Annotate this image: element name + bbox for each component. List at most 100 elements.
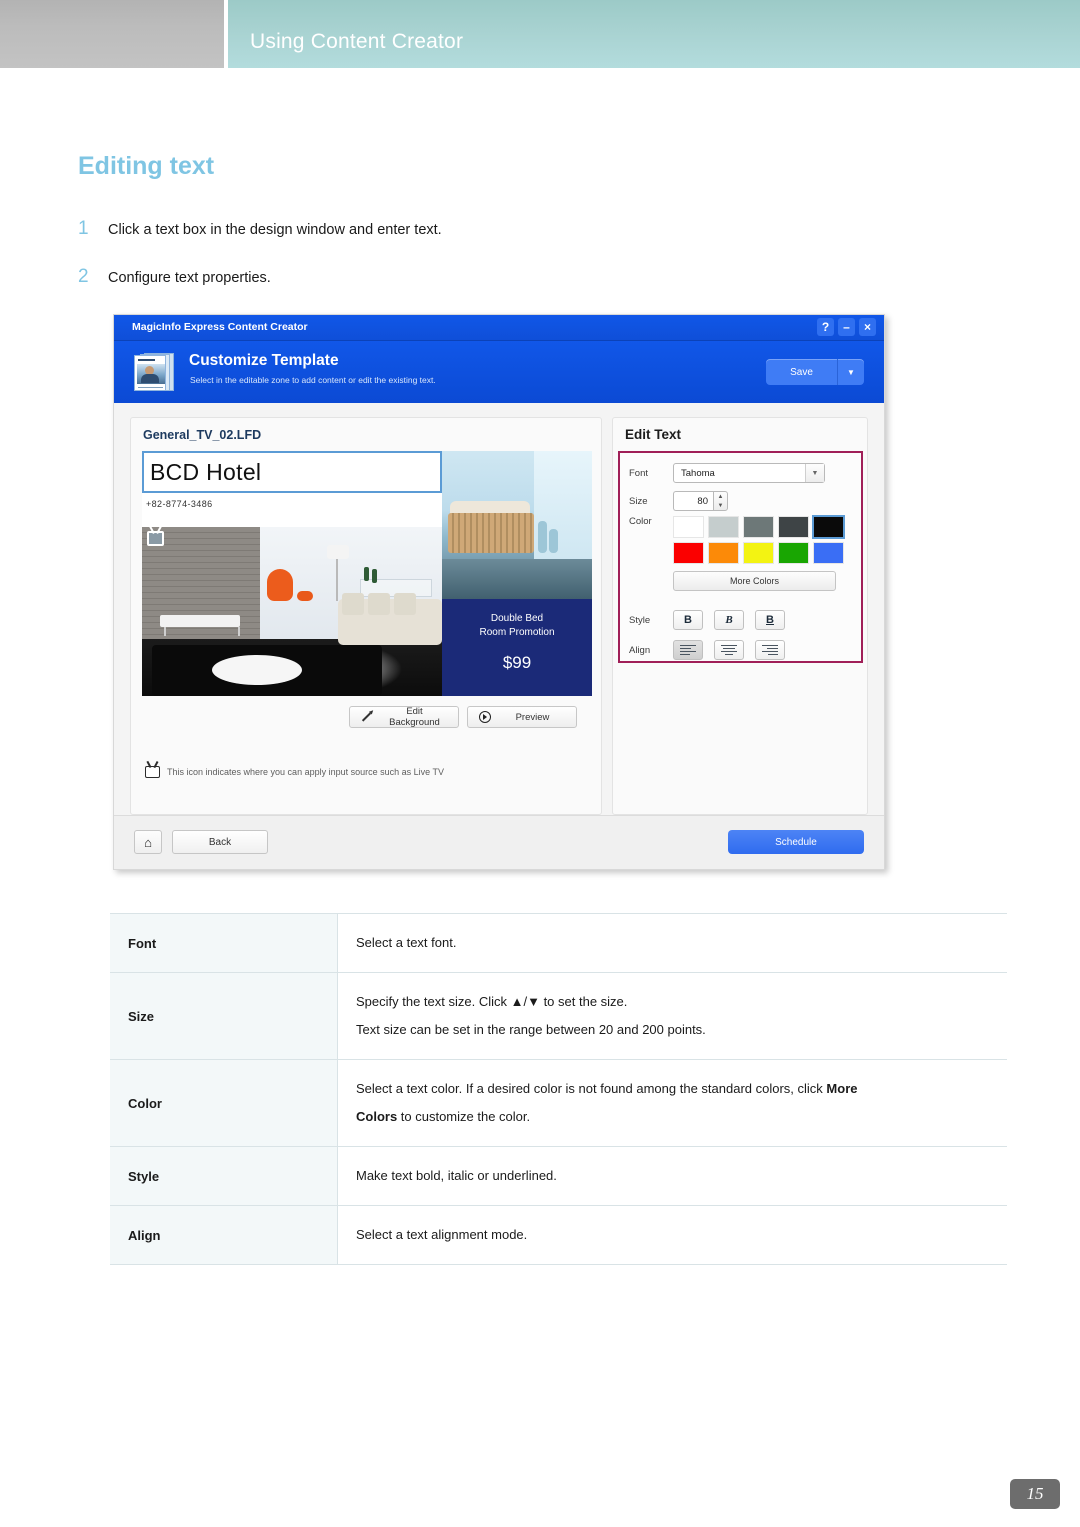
canvas-left-column: BCD Hotel +82-8774-3486 [142, 451, 442, 696]
font-row: Font Tahoma ▼ [629, 463, 825, 483]
app-header-title: Customize Template [189, 352, 339, 369]
step-item-1: 1 Click a text box in the design window a… [78, 218, 442, 240]
italic-button[interactable]: B [714, 610, 744, 630]
home-button[interactable]: ⌂ [134, 830, 162, 854]
spinner-down-icon[interactable]: ▼ [718, 503, 724, 509]
text-box-selected[interactable]: BCD Hotel [142, 451, 442, 493]
color-swatch[interactable] [673, 516, 704, 538]
align-left-button[interactable] [673, 640, 703, 660]
color-swatch[interactable] [743, 542, 774, 564]
live-tv-badge-icon [147, 531, 164, 546]
edit-background-label: Edit Background [389, 706, 440, 728]
table-cell-description: Select a text color. If a desired color … [356, 1081, 858, 1124]
window-title-bar: MagicInfo Express Content Creator ? – × [114, 315, 884, 341]
canvas-right-column: Double Bed Room Promotion $99 [442, 451, 592, 696]
save-button-label: Save [766, 359, 838, 385]
page-number: 15 [1010, 1479, 1060, 1509]
color-row: Color More Colors [629, 515, 845, 591]
live-tv-hint: This icon indicates where you can apply … [145, 766, 444, 778]
tv-icon [145, 766, 160, 778]
color-label: Color [629, 516, 652, 527]
table-cell-description: Select a text alignment mode. [356, 1227, 528, 1242]
align-right-button[interactable] [755, 640, 785, 660]
step-text: Configure text properties. [108, 270, 271, 286]
edit-background-button[interactable]: Edit Background [349, 706, 459, 728]
table-cell-property: Color [110, 1060, 338, 1146]
bedroom-photo[interactable] [442, 451, 592, 599]
step-number: 1 [78, 218, 89, 239]
header-title: Using Content Creator [250, 30, 464, 53]
spinner-up-icon[interactable]: ▲ [718, 494, 724, 500]
app-body: General_TV_02.LFD BCD Hotel +82-8774-348… [114, 403, 884, 815]
app-footer-bar: ⌂ Back Schedule [114, 815, 884, 869]
promo-line-2: Room Promotion [479, 627, 555, 638]
section-title: Editing text [78, 152, 215, 180]
size-label: Size [629, 495, 648, 507]
bold-button[interactable]: B [673, 610, 703, 630]
align-label: Align [629, 644, 651, 656]
preview-button[interactable]: Preview [467, 706, 577, 728]
table-row: Align Select a text alignment mode. [110, 1206, 1007, 1265]
color-swatch[interactable] [813, 542, 844, 564]
app-header-subtitle: Select in the editable zone to add conte… [190, 375, 436, 385]
step-text: Click a text box in the design window an… [108, 222, 442, 238]
align-row: Align [629, 640, 796, 660]
window-controls: ? – × [817, 318, 876, 336]
help-icon[interactable]: ? [817, 318, 834, 336]
align-center-button[interactable] [714, 640, 744, 660]
table-cell-description: Specify the text size. Click ▲/▼ to set … [356, 994, 706, 1037]
size-stepper[interactable]: 80 ▲ ▼ [673, 491, 728, 511]
color-swatch[interactable] [708, 516, 739, 538]
color-swatch[interactable] [708, 542, 739, 564]
table-cell-description: Make text bold, italic or underlined. [356, 1168, 557, 1183]
color-swatch[interactable] [778, 542, 809, 564]
color-swatch[interactable] [673, 542, 704, 564]
underline-button[interactable]: B [755, 610, 785, 630]
template-stack-icon [132, 351, 176, 393]
align-right-icon [762, 644, 778, 656]
more-colors-button[interactable]: More Colors [673, 571, 836, 591]
promotion-block[interactable]: Double Bed Room Promotion $99 [442, 599, 592, 696]
page-header-banner: Using Content Creator [0, 0, 1080, 68]
header-gray-block [0, 0, 224, 68]
size-input[interactable]: 80 [673, 491, 713, 511]
align-left-icon [680, 644, 696, 656]
schedule-button[interactable]: Schedule [728, 830, 864, 854]
phone-text[interactable]: +82-8774-3486 [146, 499, 213, 509]
minimize-icon[interactable]: – [838, 318, 855, 336]
step-number: 2 [78, 266, 89, 287]
living-room-photo[interactable] [142, 527, 442, 696]
content-creator-window: MagicInfo Express Content Creator ? – × … [113, 314, 885, 870]
back-button[interactable]: Back [172, 830, 268, 854]
live-tv-hint-text: This icon indicates where you can apply … [167, 767, 444, 777]
window-title: MagicInfo Express Content Creator [132, 321, 308, 333]
template-design-panel: General_TV_02.LFD BCD Hotel +82-8774-348… [130, 417, 602, 815]
table-cell-property: Align [110, 1206, 338, 1264]
pencil-icon [360, 711, 373, 724]
edit-text-controls: Font Tahoma ▼ Size 80 ▲ ▼ Color More Col… [618, 451, 863, 663]
home-icon: ⌂ [144, 834, 152, 850]
edit-text-panel: Edit Text Font Tahoma ▼ Size 80 ▲ ▼ Colo… [612, 417, 868, 815]
color-swatch[interactable] [812, 515, 845, 539]
canvas-action-buttons: Edit Background Preview [349, 706, 577, 728]
table-row: Font Select a text font. [110, 914, 1007, 973]
template-file-name: General_TV_02.LFD [143, 428, 262, 442]
chevron-down-icon[interactable]: ▼ [805, 464, 824, 482]
font-select[interactable]: Tahoma ▼ [673, 463, 825, 483]
edit-text-title: Edit Text [625, 427, 682, 442]
style-row: Style B B B [629, 610, 796, 630]
table-cell-property: Style [110, 1147, 338, 1205]
close-icon[interactable]: × [859, 318, 876, 336]
app-header-bar: Customize Template Select in the editabl… [114, 341, 884, 403]
color-swatch[interactable] [778, 516, 809, 538]
color-swatch[interactable] [743, 516, 774, 538]
save-dropdown-arrow-icon[interactable]: ▼ [838, 359, 864, 385]
save-button[interactable]: Save ▼ [766, 359, 864, 385]
design-canvas[interactable]: BCD Hotel +82-8774-3486 Double Bed Room … [142, 451, 592, 696]
table-row: Style Make text bold, italic or underline… [110, 1147, 1007, 1206]
table-cell-property: Font [110, 914, 338, 972]
size-spinner-arrows[interactable]: ▲ ▼ [713, 491, 728, 511]
table-cell-property: Size [110, 973, 338, 1059]
align-center-icon [721, 644, 737, 656]
promo-price: $99 [502, 653, 532, 672]
